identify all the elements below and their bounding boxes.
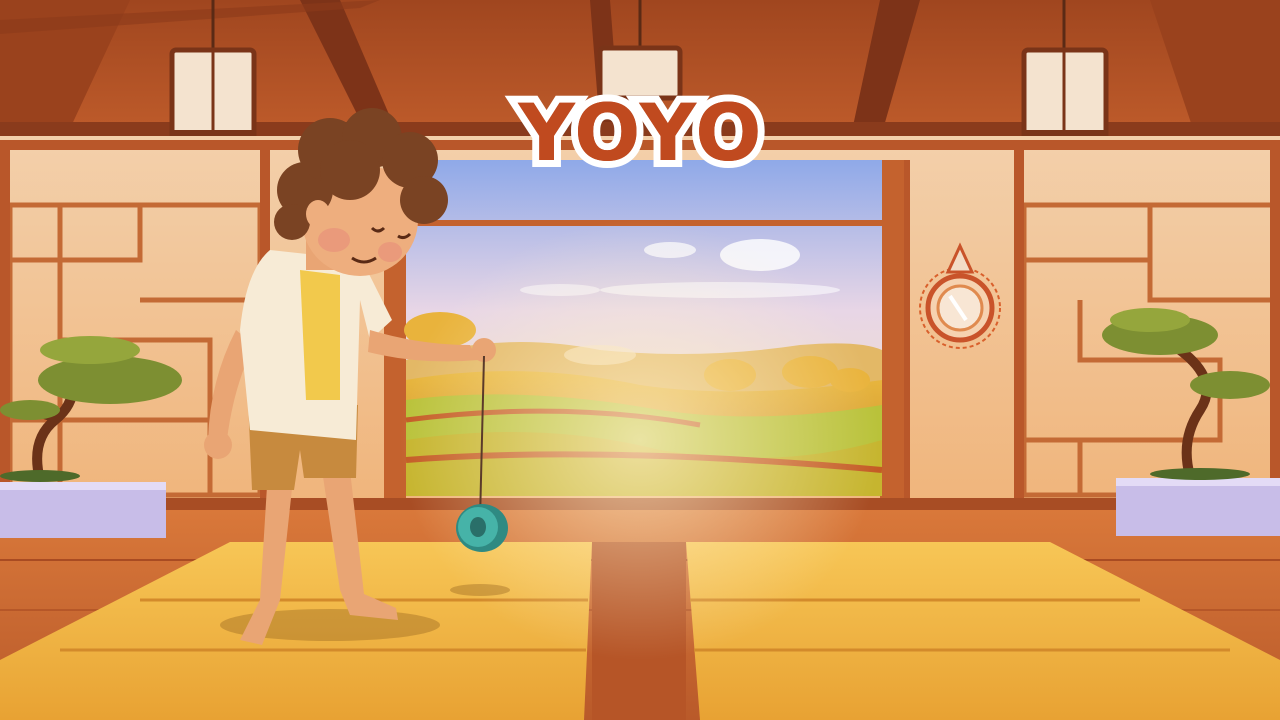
game-title-text: YOYO xyxy=(518,89,764,179)
game-title: YOYO YOYO xyxy=(511,78,768,190)
game-scene: YOYO YOYO xyxy=(0,0,1280,720)
